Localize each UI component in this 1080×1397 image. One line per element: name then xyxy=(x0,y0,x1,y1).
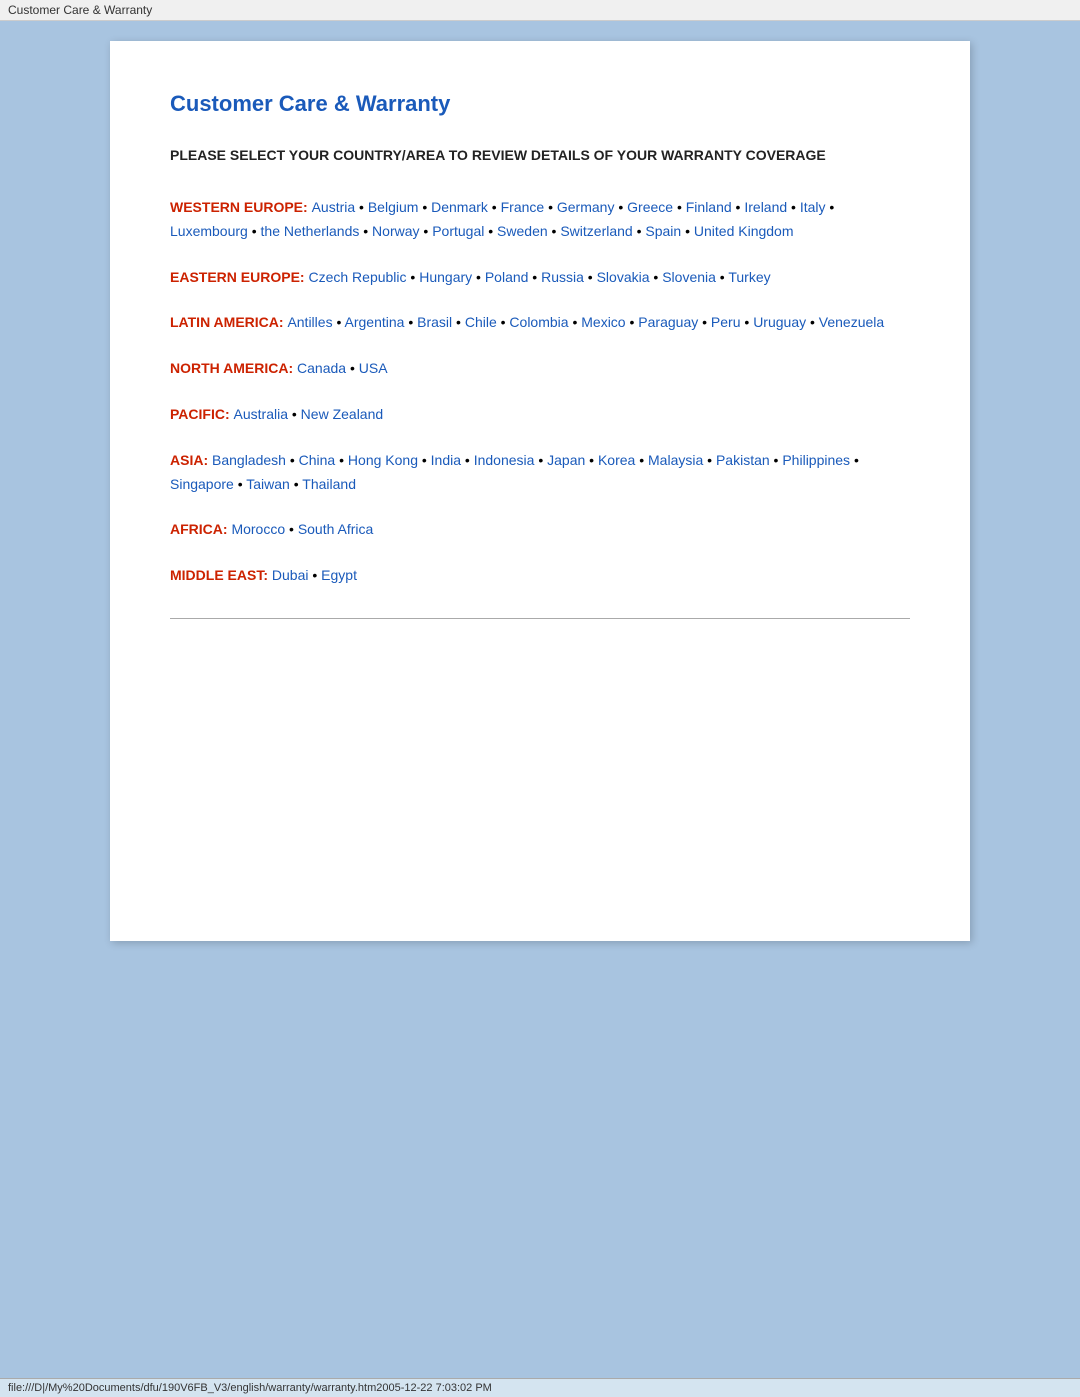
region-latin-america: LATIN AMERICA: Antilles • Argentina • Br… xyxy=(170,311,910,335)
country-link-south-africa[interactable]: South Africa xyxy=(298,521,374,537)
region-africa: AFRICA: Morocco • South Africa xyxy=(170,518,910,542)
country-link-belgium[interactable]: Belgium xyxy=(368,199,419,215)
country-link-canada[interactable]: Canada xyxy=(297,360,346,376)
region-label-latin-america: LATIN AMERICA: xyxy=(170,314,287,330)
region-pacific: PACIFIC: Australia • New Zealand xyxy=(170,403,910,427)
country-link-luxembourg[interactable]: Luxembourg xyxy=(170,223,248,239)
country-link-united-kingdom[interactable]: United Kingdom xyxy=(694,223,794,239)
page-container: Customer Care & Warranty PLEASE SELECT Y… xyxy=(110,41,970,941)
country-link-portugal[interactable]: Portugal xyxy=(432,223,484,239)
region-label-pacific: PACIFIC: xyxy=(170,406,234,422)
country-link-taiwan[interactable]: Taiwan xyxy=(246,476,290,492)
country-link-bangladesh[interactable]: Bangladesh xyxy=(212,452,286,468)
country-link-usa[interactable]: USA xyxy=(359,360,388,376)
country-link-pakistan[interactable]: Pakistan xyxy=(716,452,770,468)
country-link-japan[interactable]: Japan xyxy=(547,452,585,468)
country-link-uruguay[interactable]: Uruguay xyxy=(753,314,806,330)
country-link-morocco[interactable]: Morocco xyxy=(231,521,285,537)
country-link-hungary[interactable]: Hungary xyxy=(419,269,472,285)
country-link-thailand[interactable]: Thailand xyxy=(302,476,356,492)
country-link-turkey[interactable]: Turkey xyxy=(728,269,770,285)
country-link-paraguay[interactable]: Paraguay xyxy=(638,314,698,330)
country-link-ireland[interactable]: Ireland xyxy=(744,199,787,215)
country-link-india[interactable]: India xyxy=(431,452,461,468)
region-label-asia: ASIA: xyxy=(170,452,212,468)
country-link-the-netherlands[interactable]: the Netherlands xyxy=(261,223,360,239)
country-link-france[interactable]: France xyxy=(501,199,545,215)
regions-container: WESTERN EUROPE: Austria • Belgium • Denm… xyxy=(170,196,910,588)
region-label-eastern-europe: EASTERN EUROPE: xyxy=(170,269,308,285)
country-link-switzerland[interactable]: Switzerland xyxy=(560,223,632,239)
region-label-western-europe: WESTERN EUROPE: xyxy=(170,199,312,215)
country-link-greece[interactable]: Greece xyxy=(627,199,673,215)
country-link-slovakia[interactable]: Slovakia xyxy=(597,269,650,285)
status-text: file:///D|/My%20Documents/dfu/190V6FB_V3… xyxy=(8,1382,492,1394)
country-link-korea[interactable]: Korea xyxy=(598,452,635,468)
country-link-argentina[interactable]: Argentina xyxy=(345,314,405,330)
country-link-chile[interactable]: Chile xyxy=(465,314,497,330)
country-link-germany[interactable]: Germany xyxy=(557,199,615,215)
country-link-peru[interactable]: Peru xyxy=(711,314,741,330)
country-link-australia[interactable]: Australia xyxy=(234,406,288,422)
region-middle-east: MIDDLE EAST: Dubai • Egypt xyxy=(170,564,910,588)
country-link-venezuela[interactable]: Venezuela xyxy=(819,314,884,330)
country-link-new-zealand[interactable]: New Zealand xyxy=(301,406,384,422)
page-title: Customer Care & Warranty xyxy=(170,91,910,117)
country-link-brasil[interactable]: Brasil xyxy=(417,314,452,330)
region-western-europe: WESTERN EUROPE: Austria • Belgium • Denm… xyxy=(170,196,910,244)
country-link-singapore[interactable]: Singapore xyxy=(170,476,234,492)
separator xyxy=(170,618,910,619)
country-link-austria[interactable]: Austria xyxy=(312,199,356,215)
region-label-middle-east: MIDDLE EAST: xyxy=(170,567,272,583)
country-link-hong-kong[interactable]: Hong Kong xyxy=(348,452,418,468)
region-asia: ASIA: Bangladesh • China • Hong Kong • I… xyxy=(170,449,910,497)
status-bar: file:///D|/My%20Documents/dfu/190V6FB_V3… xyxy=(0,1378,1080,1397)
country-link-sweden[interactable]: Sweden xyxy=(497,223,548,239)
country-link-czech-republic[interactable]: Czech Republic xyxy=(308,269,406,285)
country-link-mexico[interactable]: Mexico xyxy=(581,314,625,330)
country-link-colombia[interactable]: Colombia xyxy=(509,314,568,330)
browser-content: Customer Care & Warranty PLEASE SELECT Y… xyxy=(0,21,1080,1397)
country-link-denmark[interactable]: Denmark xyxy=(431,199,488,215)
title-bar: Customer Care & Warranty xyxy=(0,0,1080,21)
region-eastern-europe: EASTERN EUROPE: Czech Republic • Hungary… xyxy=(170,266,910,290)
country-link-malaysia[interactable]: Malaysia xyxy=(648,452,703,468)
country-link-italy[interactable]: Italy xyxy=(800,199,826,215)
region-label-africa: AFRICA: xyxy=(170,521,231,537)
country-link-egypt[interactable]: Egypt xyxy=(321,567,357,583)
country-link-philippines[interactable]: Philippines xyxy=(782,452,850,468)
title-bar-label: Customer Care & Warranty xyxy=(8,3,152,17)
region-north-america: NORTH AMERICA: Canada • USA xyxy=(170,357,910,381)
country-link-poland[interactable]: Poland xyxy=(485,269,529,285)
country-link-russia[interactable]: Russia xyxy=(541,269,584,285)
country-link-antilles[interactable]: Antilles xyxy=(287,314,332,330)
country-link-spain[interactable]: Spain xyxy=(645,223,681,239)
country-link-dubai[interactable]: Dubai xyxy=(272,567,309,583)
country-link-indonesia[interactable]: Indonesia xyxy=(474,452,535,468)
subtitle: PLEASE SELECT YOUR COUNTRY/AREA TO REVIE… xyxy=(170,145,910,166)
country-link-china[interactable]: China xyxy=(299,452,336,468)
country-link-finland[interactable]: Finland xyxy=(686,199,732,215)
country-link-slovenia[interactable]: Slovenia xyxy=(662,269,716,285)
region-label-north-america: NORTH AMERICA: xyxy=(170,360,297,376)
country-link-norway[interactable]: Norway xyxy=(372,223,419,239)
